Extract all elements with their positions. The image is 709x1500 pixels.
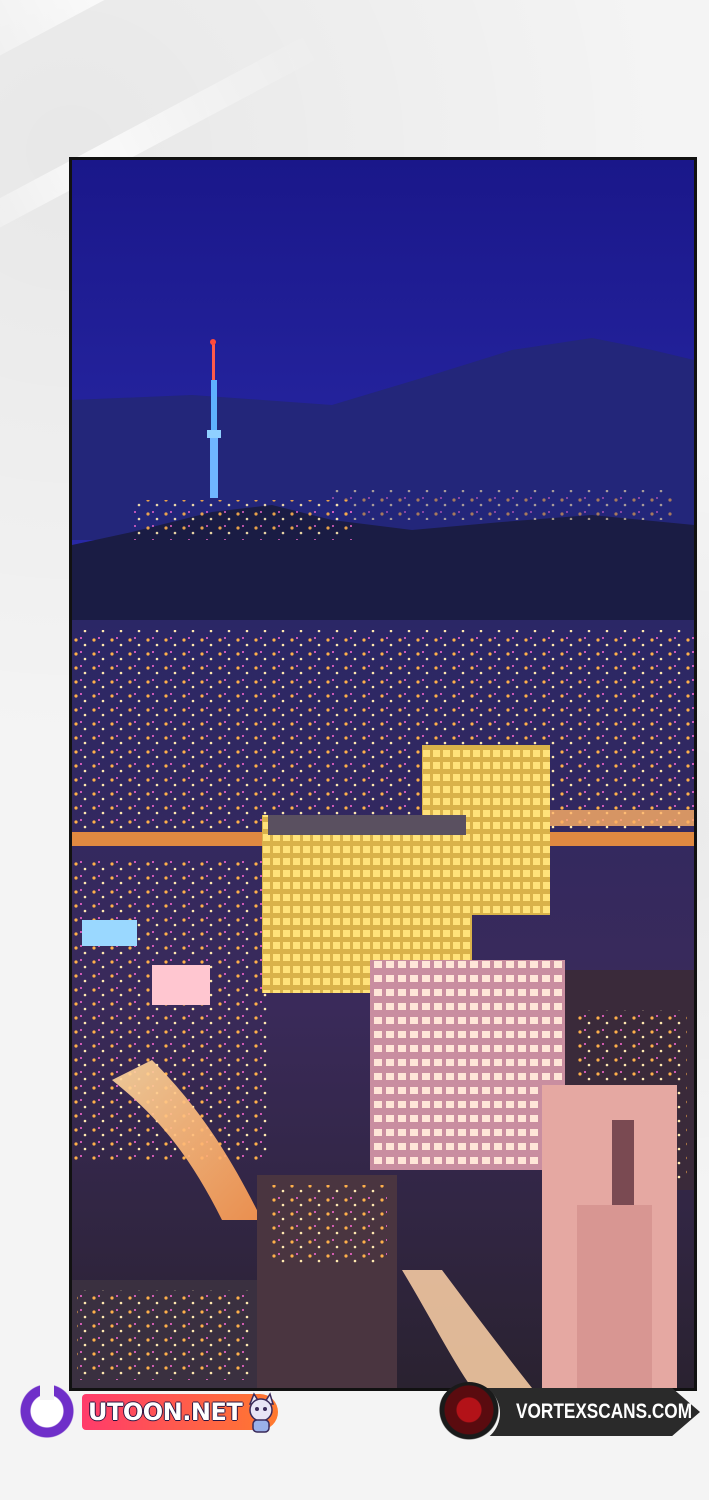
vortex-flame-logo-icon: [438, 1382, 500, 1444]
ridge-lights: [332, 490, 672, 520]
hill-lights: [132, 500, 352, 540]
night-city-illustration: [72, 160, 694, 1388]
left-billboard: [82, 920, 137, 946]
cat-mascot-icon: [248, 1392, 275, 1433]
pink-sign: [152, 965, 210, 1005]
bridge-right: [542, 810, 694, 826]
vortex-watermark-text: VORTEXSCANS.COM: [516, 1400, 693, 1423]
city-lights-field: [72, 630, 694, 830]
comic-panel: [69, 157, 697, 1391]
pink-office-building: [370, 960, 565, 1170]
vortexscans-watermark: VORTEXSCANS.COM: [438, 1382, 706, 1444]
gold-office-roof: [268, 815, 466, 835]
construction-floors: [267, 1185, 387, 1265]
left-low-lights: [77, 1290, 252, 1380]
tower-right-annex: [577, 1205, 652, 1388]
utoon-watermark: UTOON.NET: [18, 1382, 280, 1446]
